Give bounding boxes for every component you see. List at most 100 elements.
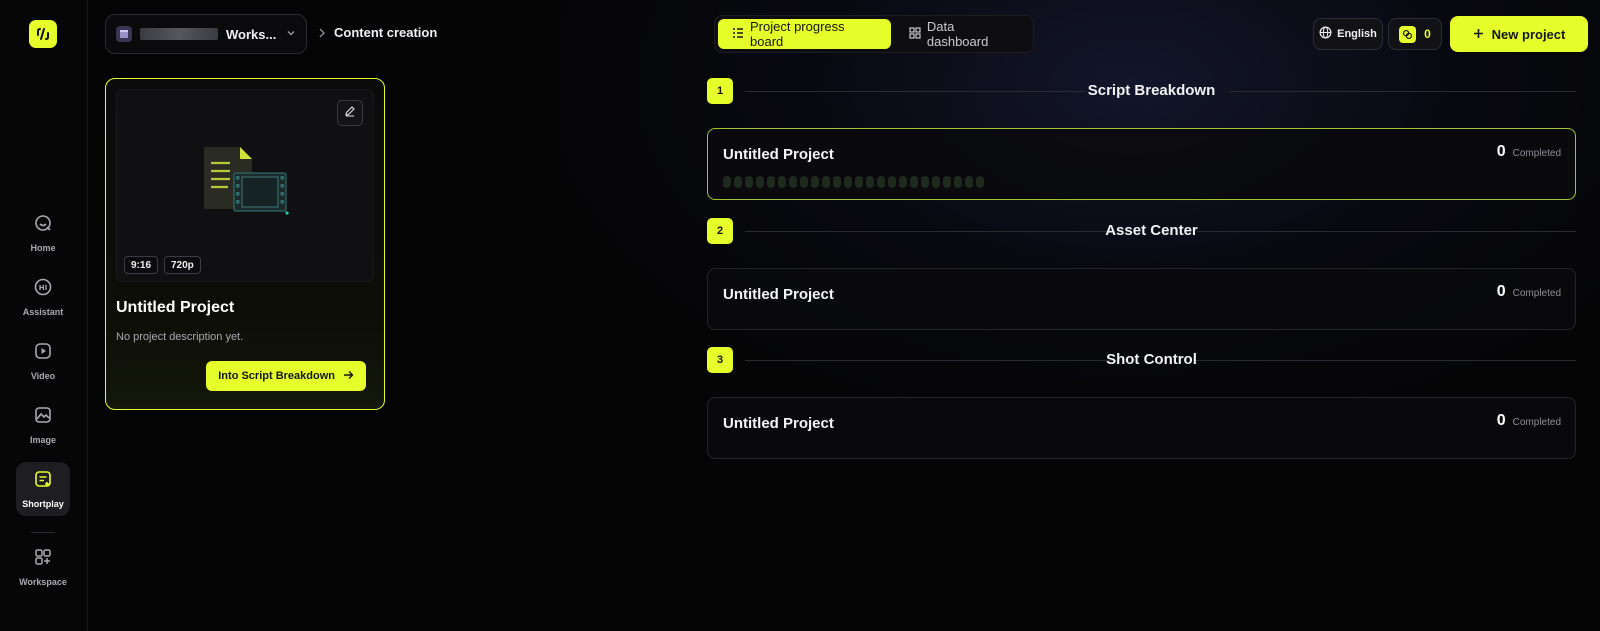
completed-number: 0 bbox=[1496, 283, 1506, 300]
progress-segment bbox=[822, 176, 830, 188]
completed-number: 0 bbox=[1496, 143, 1506, 160]
aspect-ratio-badge: 9:16 bbox=[124, 256, 159, 274]
arrow-right-icon bbox=[343, 370, 354, 383]
progress-segment bbox=[943, 176, 951, 188]
project-description: No project description yet. bbox=[116, 331, 244, 343]
plus-icon bbox=[1473, 27, 1484, 42]
progress-segment bbox=[745, 176, 753, 188]
progress-segment bbox=[965, 176, 973, 188]
video-play-icon bbox=[33, 341, 53, 366]
stage-project-row[interactable]: Untitled Project 0 Completed bbox=[707, 268, 1576, 330]
workspace-name: Works... bbox=[226, 26, 277, 42]
stage-project-row[interactable]: Untitled Project 0 Completed bbox=[707, 397, 1576, 459]
sidebar-item-shortplay[interactable]: Shortplay bbox=[16, 462, 70, 516]
resolution-badge: 720p bbox=[164, 256, 201, 274]
coin-icon bbox=[1399, 25, 1417, 43]
credits-button[interactable]: 0 bbox=[1388, 18, 1442, 50]
shortplay-icon bbox=[33, 469, 53, 494]
chevron-down-icon bbox=[286, 28, 296, 41]
progress-segment bbox=[734, 176, 742, 188]
sidebar-item-image[interactable]: Image bbox=[16, 398, 70, 452]
view-tabs: Project progress board Data dashboard bbox=[714, 15, 1034, 53]
stage-header-script-breakdown: 1 Script Breakdown bbox=[707, 78, 1576, 104]
progress-segment bbox=[723, 176, 731, 188]
workspace-avatar bbox=[116, 26, 132, 42]
tab-label: Data dashboard bbox=[926, 19, 989, 49]
sidebar: Home HI Assistant Video Image Shortplay … bbox=[0, 0, 88, 631]
stage-project-row[interactable]: Untitled Project 0 Completed bbox=[707, 128, 1576, 200]
completed-count: 0 Completed bbox=[1497, 143, 1561, 161]
chevron-right-icon bbox=[318, 26, 326, 41]
progress-segment bbox=[756, 176, 764, 188]
progress-segment bbox=[910, 176, 918, 188]
credits-count: 0 bbox=[1424, 27, 1431, 41]
globe-icon bbox=[1319, 26, 1332, 42]
row-project-title: Untitled Project bbox=[723, 415, 834, 432]
image-icon bbox=[33, 405, 53, 430]
sidebar-item-label: Home bbox=[30, 243, 56, 253]
dashboard-grid-icon bbox=[909, 26, 921, 42]
progress-segment bbox=[888, 176, 896, 188]
row-project-title: Untitled Project bbox=[723, 146, 834, 163]
progress-segment bbox=[899, 176, 907, 188]
app-logo[interactable] bbox=[29, 20, 57, 48]
progress-segment bbox=[954, 176, 962, 188]
sidebar-item-label: Assistant bbox=[22, 307, 64, 317]
progress-segment bbox=[800, 176, 808, 188]
progress-segment bbox=[976, 176, 984, 188]
stage-title: Asset Center bbox=[1105, 222, 1198, 239]
stage-title: Shot Control bbox=[1106, 351, 1197, 368]
hi-bubble-icon: HI bbox=[33, 277, 53, 302]
home-chat-icon bbox=[33, 213, 53, 238]
tab-data-dashboard[interactable]: Data dashboard bbox=[895, 19, 1030, 49]
sidebar-item-label: Video bbox=[30, 371, 56, 381]
project-thumbnail: 9:16 720p bbox=[116, 89, 374, 282]
script-film-icon bbox=[202, 145, 294, 222]
progress-segments bbox=[723, 176, 984, 188]
grid-plus-icon bbox=[33, 547, 53, 572]
progress-segment bbox=[855, 176, 863, 188]
tab-label: Project progress board bbox=[750, 19, 845, 49]
completed-count: 0 Completed bbox=[1497, 412, 1561, 430]
progress-segment bbox=[778, 176, 786, 188]
progress-segment bbox=[866, 176, 874, 188]
language-label: English bbox=[1337, 28, 1377, 40]
project-title: Untitled Project bbox=[116, 299, 235, 316]
progress-segment bbox=[811, 176, 819, 188]
sidebar-item-video[interactable]: Video bbox=[16, 334, 70, 388]
progress-segment bbox=[877, 176, 885, 188]
edit-button[interactable] bbox=[337, 100, 363, 126]
sidebar-item-label: Shortplay bbox=[22, 499, 64, 509]
progress-segment bbox=[921, 176, 929, 188]
progress-segment bbox=[932, 176, 940, 188]
sidebar-item-workspace[interactable]: Workspace bbox=[16, 540, 70, 594]
sidebar-divider bbox=[31, 532, 55, 533]
stage-header-asset-center: 2 Asset Center bbox=[707, 218, 1576, 244]
progress-segment bbox=[833, 176, 841, 188]
stage-header-shot-control: 3 Shot Control bbox=[707, 347, 1576, 373]
project-card[interactable]: 9:16 720p Untitled Project No project de… bbox=[105, 78, 385, 410]
breadcrumb[interactable]: Content creation bbox=[334, 25, 437, 40]
language-button[interactable]: English bbox=[1313, 18, 1383, 50]
sidebar-item-assistant[interactable]: HI Assistant bbox=[16, 270, 70, 324]
completed-count: 0 Completed bbox=[1497, 283, 1561, 301]
progress-segment bbox=[789, 176, 797, 188]
stage-title: Script Breakdown bbox=[1087, 82, 1216, 99]
into-script-breakdown-button[interactable]: Into Script Breakdown bbox=[206, 361, 366, 391]
progress-segment bbox=[767, 176, 775, 188]
progress-segment bbox=[844, 176, 852, 188]
new-project-button[interactable]: New project bbox=[1450, 16, 1588, 52]
completed-number: 0 bbox=[1496, 412, 1506, 429]
workspace-name-redacted bbox=[140, 28, 218, 40]
sidebar-item-home[interactable]: Home bbox=[16, 206, 70, 260]
workspace-selector[interactable]: Works... bbox=[105, 14, 307, 54]
completed-label: Completed bbox=[1512, 417, 1561, 428]
new-project-label: New project bbox=[1491, 26, 1566, 42]
completed-label: Completed bbox=[1512, 288, 1561, 299]
sidebar-item-label: Workspace bbox=[19, 577, 67, 587]
svg-text:HI: HI bbox=[39, 284, 47, 292]
tab-project-progress-board[interactable]: Project progress board bbox=[718, 19, 891, 49]
row-project-title: Untitled Project bbox=[723, 286, 834, 303]
completed-label: Completed bbox=[1512, 148, 1561, 159]
cta-label: Into Script Breakdown bbox=[218, 370, 335, 382]
